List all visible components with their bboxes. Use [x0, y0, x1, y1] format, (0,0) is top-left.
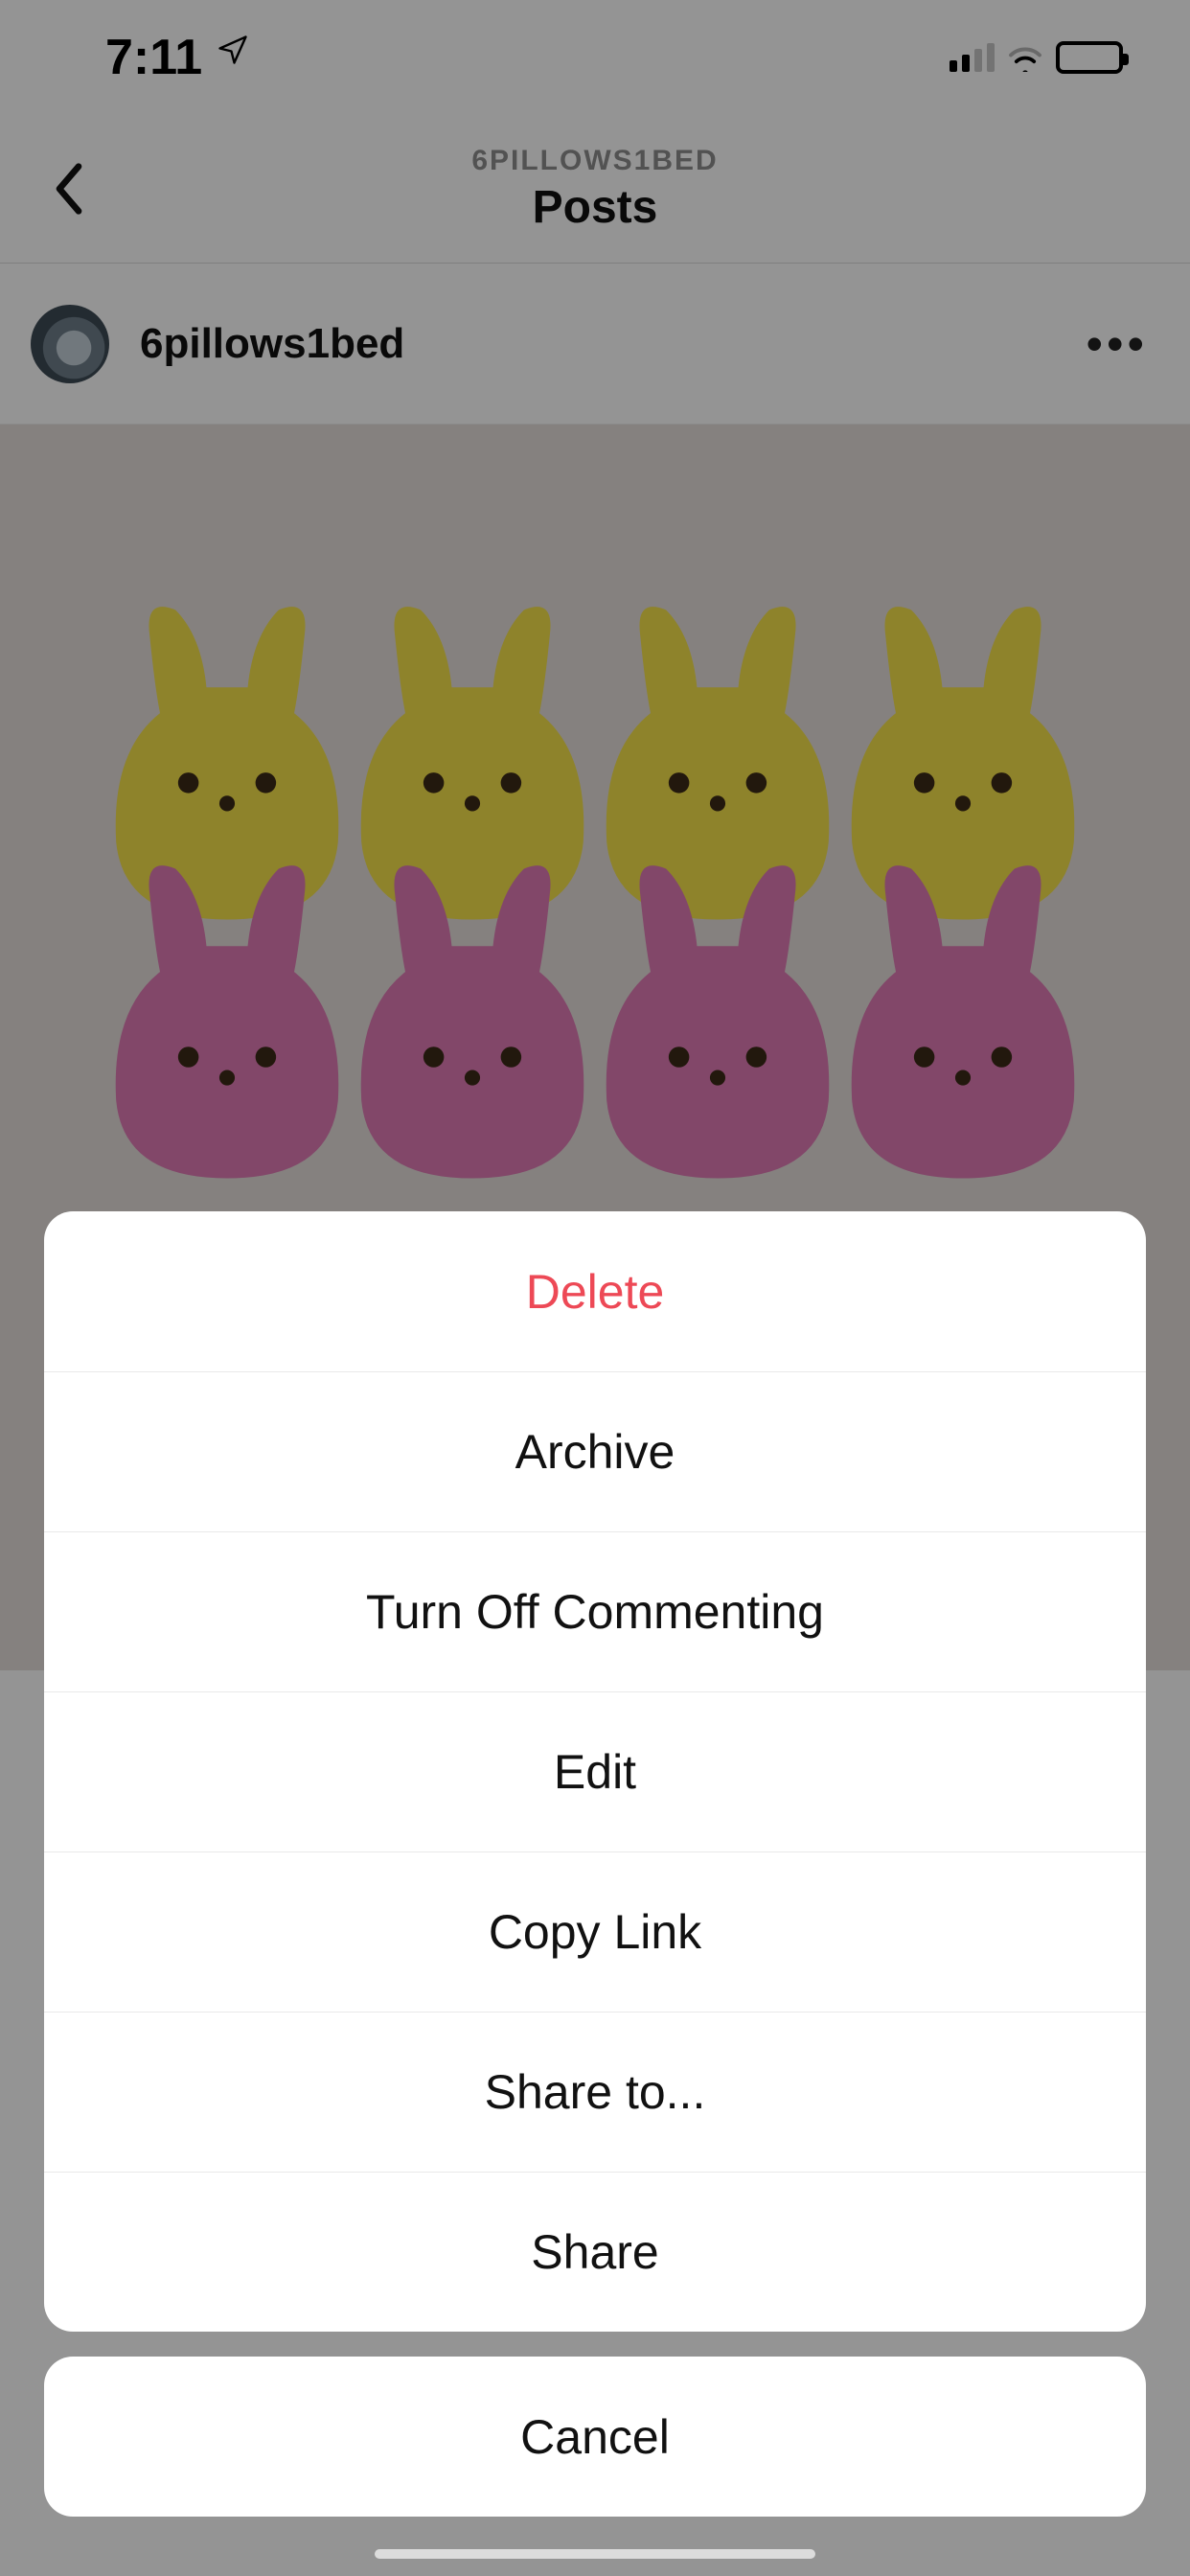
- action-share-to[interactable]: Share to...: [44, 2012, 1146, 2172]
- action-delete[interactable]: Delete: [44, 1211, 1146, 1371]
- action-archive[interactable]: Archive: [44, 1371, 1146, 1531]
- action-sheet-cancel[interactable]: Cancel: [44, 2357, 1146, 2517]
- cancel-button[interactable]: Cancel: [44, 2357, 1146, 2517]
- action-sheet: DeleteArchiveTurn Off CommentingEditCopy…: [0, 1211, 1190, 2576]
- action-edit[interactable]: Edit: [44, 1691, 1146, 1852]
- action-share[interactable]: Share: [44, 2172, 1146, 2332]
- action-sheet-options: DeleteArchiveTurn Off CommentingEditCopy…: [44, 1211, 1146, 2332]
- home-indicator[interactable]: [375, 2549, 815, 2559]
- action-turn-off-commenting[interactable]: Turn Off Commenting: [44, 1531, 1146, 1691]
- action-copy-link[interactable]: Copy Link: [44, 1852, 1146, 2012]
